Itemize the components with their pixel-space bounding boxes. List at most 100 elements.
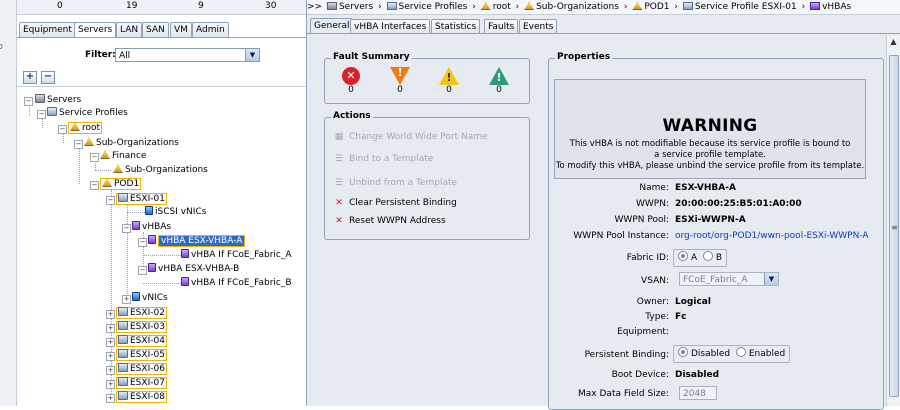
tree-toggle[interactable]: − bbox=[90, 181, 99, 190]
breadcrumb-sub-orgs[interactable]: Sub-Organizations bbox=[536, 2, 619, 12]
service-profile-icon bbox=[47, 107, 57, 116]
tree-node-finance-sub-orgs[interactable]: Sub-Organizations bbox=[113, 164, 208, 176]
tree-node-esxi05[interactable]: ESXI-05 bbox=[116, 349, 167, 361]
filter-select[interactable]: All ▼ bbox=[115, 48, 260, 62]
tree-guide bbox=[95, 170, 111, 172]
equipment-label: Equipment: bbox=[617, 327, 669, 337]
tree-node-service-profiles[interactable]: Service Profiles bbox=[47, 107, 128, 119]
tree-toggle[interactable]: − bbox=[37, 110, 46, 119]
breadcrumb-pod1[interactable]: POD1 bbox=[644, 2, 669, 12]
tab-statistics[interactable]: Statistics bbox=[431, 19, 481, 34]
tree-node-vnics[interactable]: vNICs bbox=[132, 292, 168, 304]
tree-node-esxi06[interactable]: ESXI-06 bbox=[116, 363, 167, 375]
fault-major[interactable]: ! 0 bbox=[388, 67, 412, 97]
tree-toggle[interactable]: − bbox=[90, 153, 99, 162]
tab-faults[interactable]: Faults bbox=[484, 19, 519, 34]
chevron-down-icon[interactable]: ▼ bbox=[245, 49, 259, 61]
reset-wwpn-action[interactable]: ✕ Reset WWPN Address bbox=[333, 214, 445, 228]
breadcrumb-service-profile-esxi01[interactable]: Service Profile ESXI-01 bbox=[695, 2, 797, 12]
tree-node-pod1[interactable]: POD1 bbox=[100, 178, 142, 190]
fault-critical[interactable]: ✕ 0 bbox=[339, 67, 363, 97]
change-wwpn-action[interactable]: ▦ Change World Wide Port Name bbox=[333, 130, 488, 144]
tab-general[interactable]: General bbox=[310, 18, 354, 34]
breadcrumb-vhbas[interactable]: vHBAs bbox=[822, 2, 851, 12]
tree-toggle[interactable]: − bbox=[138, 266, 147, 275]
wwpn-pool-instance-link[interactable]: org-root/org-POD1/wwn-pool-ESXi-WWPN-A bbox=[675, 231, 869, 241]
name-value: ESX-VHBA-A bbox=[675, 183, 736, 193]
tab-san[interactable]: SAN bbox=[142, 22, 169, 37]
tree-toggle[interactable]: − bbox=[122, 224, 131, 233]
tree-node-finance[interactable]: Finance bbox=[100, 150, 146, 162]
tree-label: ESXI-02 bbox=[130, 308, 165, 318]
tree-toggle[interactable]: + bbox=[106, 366, 115, 375]
collapse-all-button[interactable]: − bbox=[41, 71, 55, 84]
tree-node-vhbas[interactable]: vHBAs bbox=[132, 221, 171, 233]
scroll-up-arrow-icon[interactable]: ▲ bbox=[887, 35, 900, 48]
breadcrumb-servers[interactable]: Servers bbox=[339, 2, 373, 12]
tree-toggle[interactable]: + bbox=[106, 380, 115, 389]
fault-critical-count: 0 bbox=[348, 85, 354, 95]
tree-node-sub-orgs[interactable]: Sub-Organizations bbox=[84, 137, 179, 149]
tab-admin[interactable]: Admin bbox=[192, 22, 229, 37]
binding-enabled-radio[interactable] bbox=[735, 347, 746, 357]
tree-node-esxi02[interactable]: ESXI-02 bbox=[116, 307, 167, 319]
tree-node-vhba-a-if[interactable]: vHBA If FCoE_Fabric_A bbox=[181, 249, 292, 261]
service-profile-icon bbox=[682, 2, 693, 10]
tree-toggle[interactable]: + bbox=[106, 324, 115, 333]
tree-toggle[interactable]: − bbox=[24, 97, 33, 106]
tree-toggle[interactable]: + bbox=[106, 394, 115, 403]
tree-toggle[interactable]: + bbox=[106, 338, 115, 347]
fault-minor[interactable]: ! 0 bbox=[437, 67, 461, 97]
tab-divider bbox=[17, 37, 306, 38]
fabric-a-radio[interactable] bbox=[678, 251, 688, 261]
servers-icon bbox=[35, 94, 45, 103]
tab-equipment[interactable]: Equipment bbox=[19, 22, 76, 37]
chevron-down-icon[interactable]: ▼ bbox=[764, 273, 778, 285]
binding-disabled-radio[interactable] bbox=[678, 347, 688, 357]
tree-node-esxi04[interactable]: ESXI-04 bbox=[116, 335, 167, 347]
tree-node-vhba-b-if[interactable]: vHBA If FCoE_Fabric_B bbox=[181, 277, 292, 289]
breadcrumb-root[interactable]: root bbox=[493, 2, 511, 12]
tree-node-esxi01[interactable]: ESXI-01 bbox=[116, 193, 167, 205]
breadcrumb-prefix[interactable]: >> bbox=[307, 2, 322, 12]
vsan-select[interactable]: FCoE_Fabric_A ▼ bbox=[679, 272, 779, 286]
tree-toggle[interactable]: − bbox=[74, 140, 83, 149]
service-profile-icon bbox=[118, 335, 128, 344]
vhba-icon bbox=[810, 2, 821, 10]
persistent-binding-radio-group: Disabled Enabled bbox=[673, 345, 791, 363]
tree-node-esxi07[interactable]: ESXI-07 bbox=[116, 377, 167, 389]
clear-persistent-binding-action[interactable]: ✕ Clear Persistent Binding bbox=[333, 196, 457, 210]
tab-events[interactable]: Events bbox=[519, 19, 558, 34]
fabric-a-label: A bbox=[691, 253, 698, 263]
tree-node-esxi03[interactable]: ESXI-03 bbox=[116, 321, 167, 333]
fabric-b-radio[interactable] bbox=[702, 251, 713, 261]
filter-label: Filter: bbox=[85, 50, 116, 60]
breadcrumb-service-profiles[interactable]: Service Profiles bbox=[399, 2, 468, 12]
max-data-field-label: Max Data Field Size: bbox=[578, 389, 669, 399]
unbind-template-action[interactable]: ☰ Unbind from a Template bbox=[333, 176, 457, 190]
tree-node-esxi08[interactable]: ESXI-08 bbox=[116, 391, 167, 403]
tree-toggle[interactable]: − bbox=[58, 125, 67, 134]
max-data-field-input[interactable]: 2048 bbox=[679, 386, 717, 400]
fault-warning[interactable]: ! 0 bbox=[487, 67, 511, 97]
tree-toggle[interactable]: + bbox=[106, 352, 115, 361]
tree-toggle[interactable]: − bbox=[106, 196, 115, 205]
tree-toggle[interactable]: + bbox=[106, 310, 115, 319]
filter-row: Filter: All ▼ bbox=[17, 45, 306, 65]
tab-lan[interactable]: LAN bbox=[116, 22, 143, 37]
tab-vhba-interfaces[interactable]: vHBA Interfaces bbox=[350, 19, 431, 34]
tree-node-iscsi-vnics[interactable]: iSCSI vNICs bbox=[145, 206, 206, 218]
tree-node-vhba-a[interactable]: vHBA ESX-VHBA-A bbox=[148, 235, 246, 247]
tree-toggle[interactable]: + bbox=[122, 295, 131, 304]
actions-panel: Actions ▦ Change World Wide Port Name ☰ Bi… bbox=[324, 111, 530, 240]
tree-toggle[interactable]: − bbox=[138, 238, 147, 247]
warning-line: To modify this vHBA, please unbind the s… bbox=[555, 161, 865, 171]
vertical-scrollbar[interactable]: ▲ ≡ bbox=[886, 35, 900, 406]
tab-vm[interactable]: VM bbox=[170, 22, 192, 37]
tree-node-root[interactable]: root bbox=[68, 122, 103, 134]
bind-template-action[interactable]: ☰ Bind to a Template bbox=[333, 152, 433, 166]
tab-servers[interactable]: Servers bbox=[74, 22, 117, 38]
expand-all-button[interactable]: + bbox=[23, 71, 37, 84]
tree-node-servers[interactable]: Servers bbox=[35, 94, 81, 106]
tree-node-vhba-b[interactable]: vHBA ESX-VHBA-B bbox=[148, 263, 239, 275]
